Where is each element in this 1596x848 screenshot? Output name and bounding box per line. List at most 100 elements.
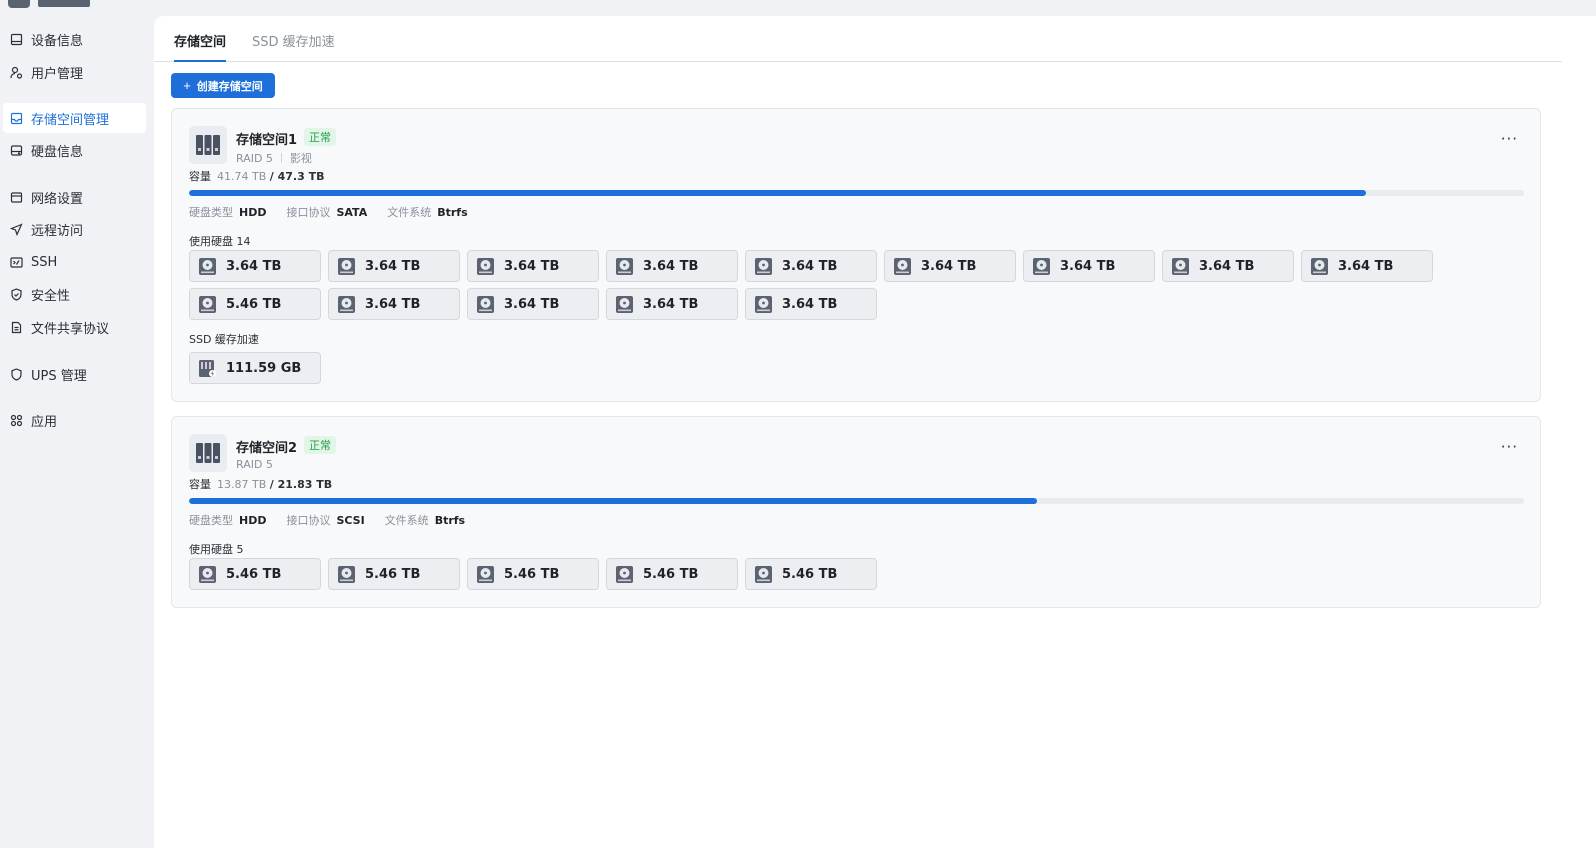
shield-check-icon: [10, 287, 23, 301]
sidebar-item-label: 用户管理: [31, 66, 84, 82]
hdd-icon: [477, 565, 494, 583]
tab-storage[interactable]: 存储空间: [174, 31, 227, 62]
disk-size: 5.46 TB: [365, 566, 421, 582]
storage-icon: [10, 112, 23, 125]
disk-chip[interactable]: 5.46 TB: [745, 558, 877, 590]
storage-pool-card: 存储空间1 正常 RAID 5 影视 ··· 容量 41.74 TB / 47.3…: [171, 108, 1541, 402]
raid-level: RAID 5: [236, 458, 273, 471]
disk-chip[interactable]: 5.46 TB: [189, 288, 321, 320]
tab-ssd-cache[interactable]: SSD 缓存加速: [252, 31, 335, 62]
disk-chip[interactable]: 3.64 TB: [1301, 250, 1433, 282]
disks-used-label: 使用硬盘 14: [189, 235, 251, 248]
disk-size: 3.64 TB: [365, 296, 421, 312]
sidebar: 设备信息 用户管理 存储空间管理 硬盘信息 网络设置 远程访问 SSH 安全性 …: [0, 0, 154, 848]
disk-chip[interactable]: 3.64 TB: [189, 250, 321, 282]
device-icon: [10, 33, 23, 46]
disk-chip[interactable]: 3.64 TB: [328, 288, 460, 320]
hdd-icon: [338, 295, 355, 313]
hdd-icon: [616, 565, 633, 583]
disk-chip[interactable]: 3.64 TB: [1162, 250, 1294, 282]
sidebar-item-storage[interactable]: 存储空间管理: [3, 103, 146, 133]
disk-chip[interactable]: 3.64 TB: [606, 250, 738, 282]
document-icon: [10, 321, 23, 334]
sidebar-item-file-sharing[interactable]: 文件共享协议: [3, 312, 146, 342]
hdd-icon: [477, 295, 494, 313]
sidebar-item-disk-info[interactable]: 硬盘信息: [3, 135, 146, 165]
sidebar-item-label: UPS 管理: [31, 368, 87, 384]
disk-chip[interactable]: 3.64 TB: [884, 250, 1016, 282]
storage-pool-card: 存储空间2 正常 RAID 5 ··· 容量 13.87 TB / 21.83 T…: [171, 416, 1541, 608]
sidebar-item-label: SSH: [31, 254, 58, 270]
sidebar-item-label: 网络设置: [31, 191, 84, 207]
capacity-bar-fill: [189, 190, 1367, 196]
disk-chip[interactable]: 3.64 TB: [1023, 250, 1155, 282]
filesystem-label: 文件系统: [384, 514, 429, 527]
sidebar-item-network[interactable]: 网络设置: [3, 182, 146, 212]
sidebar-item-remote-access[interactable]: 远程访问: [3, 214, 146, 244]
hdd-icon: [1172, 257, 1189, 275]
disk-chip[interactable]: 3.64 TB: [467, 288, 599, 320]
disk-chip[interactable]: 3.64 TB: [328, 250, 460, 282]
hdd-icon: [338, 257, 355, 275]
pool-name: 存储空间2: [236, 441, 298, 456]
disk-size: 3.64 TB: [643, 296, 699, 312]
interface-label: 接口协议: [286, 206, 331, 219]
sidebar-item-users[interactable]: 用户管理: [3, 57, 146, 87]
app-header: [8, 0, 90, 8]
disk-chip[interactable]: 5.46 TB: [606, 558, 738, 590]
nas-icon: [189, 126, 227, 164]
disks-used-label: 使用硬盘 5: [189, 543, 244, 556]
nas-icon: [189, 434, 227, 472]
capacity-total: / 21.83 TB: [269, 478, 333, 491]
pool-properties: 硬盘类型 HDD 接口协议 SCSI 文件系统 Btrfs: [189, 512, 465, 528]
disk-size: 111.59 GB: [226, 360, 302, 376]
disk-chip[interactable]: 5.46 TB: [189, 558, 321, 590]
hdd-icon: [199, 257, 216, 275]
hdd-icon: [1033, 257, 1050, 275]
capacity-used: 13.87 TB: [217, 478, 267, 491]
status-badge: 正常: [304, 436, 336, 454]
disk-chip[interactable]: 3.64 TB: [606, 288, 738, 320]
create-storage-button[interactable]: + 创建存储空间: [171, 73, 275, 98]
more-options-icon[interactable]: ···: [1501, 132, 1518, 147]
disk-chip[interactable]: 3.64 TB: [745, 250, 877, 282]
sidebar-item-label: 远程访问: [31, 223, 84, 239]
ssd-cache-disk[interactable]: 111.59 GB: [189, 352, 321, 384]
sidebar-item-apps[interactable]: 应用: [3, 405, 146, 435]
disk-chip[interactable]: 3.64 TB: [467, 250, 599, 282]
disk-size: 3.64 TB: [643, 258, 699, 274]
sidebar-item-ssh[interactable]: SSH: [3, 247, 146, 277]
disk-size: 5.46 TB: [226, 296, 282, 312]
disk-size: 3.64 TB: [1060, 258, 1116, 274]
sidebar-item-label: 应用: [31, 414, 58, 430]
capacity-label: 容量: [189, 170, 211, 183]
sidebar-item-label: 安全性: [31, 288, 71, 304]
sidebar-item-device-info[interactable]: 设备信息: [3, 24, 146, 54]
disk-size: 3.64 TB: [504, 258, 560, 274]
capacity-bar: [189, 190, 1524, 196]
disk-size: 5.46 TB: [643, 566, 699, 582]
raid-level: RAID 5: [236, 151, 273, 165]
pool-name: 存储空间1: [236, 133, 298, 148]
disk-type-value: HDD: [239, 514, 267, 527]
disk-size: 3.64 TB: [782, 296, 838, 312]
terminal-icon: [10, 256, 23, 269]
capacity-total: / 47.3 TB: [269, 170, 325, 183]
filesystem-value: Btrfs: [437, 206, 468, 219]
disk-chip[interactable]: 3.64 TB: [745, 288, 877, 320]
interface-label: 接口协议: [286, 514, 331, 527]
sidebar-item-ups[interactable]: UPS 管理: [3, 359, 146, 389]
disk-chip[interactable]: 5.46 TB: [328, 558, 460, 590]
tab-bar: 存储空间 SSD 缓存加速: [154, 16, 1562, 62]
sidebar-item-security[interactable]: 安全性: [3, 279, 146, 309]
hdd-icon: [199, 565, 216, 583]
disk-chip[interactable]: 5.46 TB: [467, 558, 599, 590]
disk-size: 3.64 TB: [504, 296, 560, 312]
interface-value: SATA: [336, 206, 368, 219]
main-panel: 存储空间 SSD 缓存加速 + 创建存储空间 存储空间1 正常 RAID 5 影…: [154, 16, 1596, 848]
ssd-cache-label: SSD 缓存加速: [189, 333, 259, 346]
hdd-icon: [477, 257, 494, 275]
more-options-icon[interactable]: ···: [1501, 440, 1518, 455]
hdd-icon: [338, 565, 355, 583]
disk-size: 3.64 TB: [782, 258, 838, 274]
